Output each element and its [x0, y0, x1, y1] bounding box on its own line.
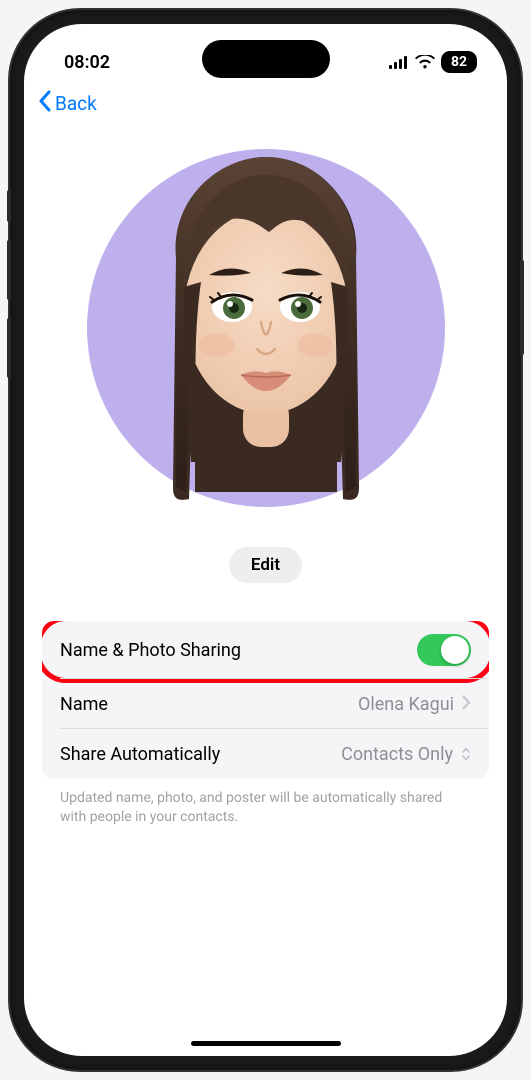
chevron-right-icon [462, 694, 471, 715]
memoji-icon [87, 149, 445, 507]
status-time: 08:02 [64, 52, 110, 73]
battery-level: 82 [451, 54, 467, 70]
cellular-signal-icon [389, 56, 409, 69]
screen: 08:02 82 Back [24, 24, 507, 1056]
select-arrows-icon [461, 746, 471, 762]
row-label: Name [60, 694, 108, 715]
nav-bar: Back [24, 82, 507, 125]
row-label: Share Automatically [60, 744, 220, 765]
row-name-photo-sharing[interactable]: Name & Photo Sharing [42, 621, 489, 679]
back-button[interactable]: Back [38, 90, 97, 117]
phone-frame: 08:02 82 Back [10, 10, 521, 1070]
edit-button-row: Edit [42, 547, 489, 583]
side-buttons-left [7, 190, 11, 396]
avatar-container [42, 149, 489, 507]
chevron-left-icon [38, 90, 51, 117]
home-indicator[interactable] [191, 1041, 341, 1046]
row-name[interactable]: Name Olena Kagui [42, 679, 489, 729]
side-buttons-right [520, 260, 524, 355]
avatar[interactable] [87, 149, 445, 507]
wifi-icon [415, 55, 435, 69]
status-icons: 82 [389, 51, 477, 73]
row-value: Olena Kagui [358, 694, 471, 715]
row-share-automatically[interactable]: Share Automatically Contacts Only [42, 729, 489, 779]
back-label: Back [55, 92, 97, 115]
row-label: Name & Photo Sharing [60, 640, 241, 661]
content-area: Edit Name & Photo Sharing Name Olena Kag… [24, 149, 507, 837]
battery-icon: 82 [441, 51, 477, 73]
sharing-toggle[interactable] [417, 634, 471, 666]
row-value: Contacts Only [341, 744, 471, 765]
edit-button[interactable]: Edit [229, 547, 302, 583]
settings-list: Name & Photo Sharing Name Olena Kagui [42, 621, 489, 779]
dynamic-island [202, 40, 330, 78]
footer-note: Updated name, photo, and poster will be … [42, 779, 489, 837]
